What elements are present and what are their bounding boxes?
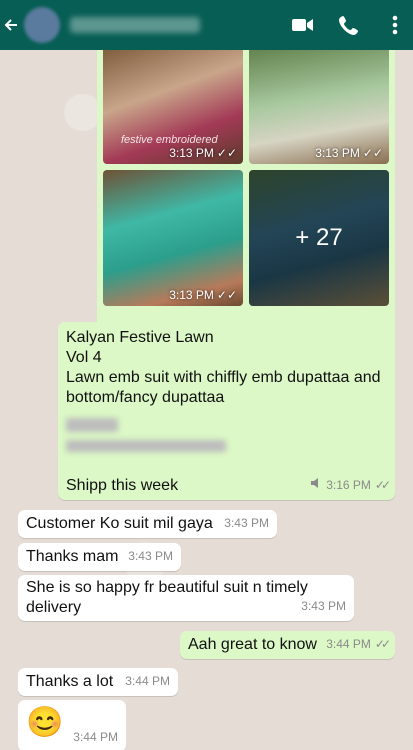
message-text: Shipp this week bbox=[66, 477, 179, 494]
message-text: Aah great to know bbox=[188, 636, 317, 653]
message-meta: 3:16 PM ✓✓ bbox=[310, 475, 391, 495]
more-vert-icon[interactable] bbox=[383, 13, 407, 37]
chat-header bbox=[0, 0, 413, 50]
audio-mic-icon bbox=[310, 475, 322, 495]
contact-name-redacted[interactable] bbox=[70, 17, 200, 33]
message-bubble-incoming[interactable]: Thanks mam 3:43 PM bbox=[18, 543, 181, 571]
message-time: 3:44 PM bbox=[326, 637, 371, 651]
media-thumbnail-more[interactable]: + 27 bbox=[249, 170, 389, 306]
back-arrow-icon[interactable] bbox=[0, 0, 22, 50]
redacted-text bbox=[66, 440, 226, 452]
media-thumbnail[interactable]: 3:13 PM ✓✓ bbox=[103, 170, 243, 306]
read-ticks-icon: ✓✓ bbox=[374, 478, 391, 492]
message-time: 3:44 PM bbox=[125, 674, 170, 688]
message-time: 3:43 PM bbox=[301, 599, 346, 613]
message-bubble-outgoing[interactable]: Kalyan Festive Lawn Vol 4 Lawn emb suit … bbox=[58, 322, 395, 500]
message-time: 3:43 PM bbox=[224, 516, 269, 530]
message-text: Thanks a lot bbox=[26, 673, 114, 690]
media-timestamp: 3:13 PM ✓✓ bbox=[315, 146, 383, 160]
more-media-count: + 27 bbox=[249, 170, 389, 306]
video-call-icon[interactable] bbox=[291, 13, 315, 37]
avatar[interactable] bbox=[24, 7, 60, 43]
redacted-text bbox=[66, 418, 118, 432]
message-bubble-incoming[interactable]: She is so happy fr beautiful suit n time… bbox=[18, 575, 354, 621]
media-album-bubble[interactable]: festive embroidered 3:13 PM ✓✓ 3:13 PM ✓✓ … bbox=[97, 50, 395, 364]
image-watermark: festive embroidered bbox=[121, 134, 218, 146]
read-ticks-icon: ✓✓ bbox=[374, 637, 391, 651]
message-time: 3:16 PM bbox=[326, 478, 371, 492]
emoji-smile-icon: 😊 bbox=[26, 706, 64, 739]
message-bubble-outgoing[interactable]: Aah great to know 3:44 PM ✓✓ bbox=[180, 631, 395, 659]
media-timestamp: 3:13 PM ✓✓ bbox=[169, 146, 237, 160]
message-bubble-incoming[interactable]: Thanks a lot 3:44 PM bbox=[18, 668, 178, 696]
message-meta: 3:44 PM ✓✓ bbox=[326, 634, 391, 654]
message-text: Lawn emb suit with chiffly emb dupattaa … bbox=[66, 369, 381, 406]
message-time: 3:43 PM bbox=[128, 549, 173, 563]
phone-icon[interactable] bbox=[337, 13, 361, 37]
message-text: Customer Ko suit mil gaya bbox=[26, 515, 213, 532]
message-text: Vol 4 bbox=[66, 349, 102, 366]
chat-area[interactable]: festive embroidered 3:13 PM ✓✓ 3:13 PM ✓✓ … bbox=[0, 50, 413, 750]
media-thumbnail[interactable]: 3:13 PM ✓✓ bbox=[249, 50, 389, 164]
message-bubble-incoming[interactable]: 😊 3:44 PM bbox=[18, 700, 126, 750]
message-time: 3:44 PM bbox=[73, 730, 118, 744]
message-text: She is so happy fr beautiful suit n time… bbox=[26, 579, 308, 616]
media-thumbnail[interactable]: festive embroidered 3:13 PM ✓✓ bbox=[103, 50, 243, 164]
media-timestamp: 3:13 PM ✓✓ bbox=[169, 288, 237, 302]
message-text: Kalyan Festive Lawn bbox=[66, 329, 214, 346]
message-text: Thanks mam bbox=[26, 548, 119, 565]
message-bubble-incoming[interactable]: Customer Ko suit mil gaya 3:43 PM bbox=[18, 510, 277, 538]
